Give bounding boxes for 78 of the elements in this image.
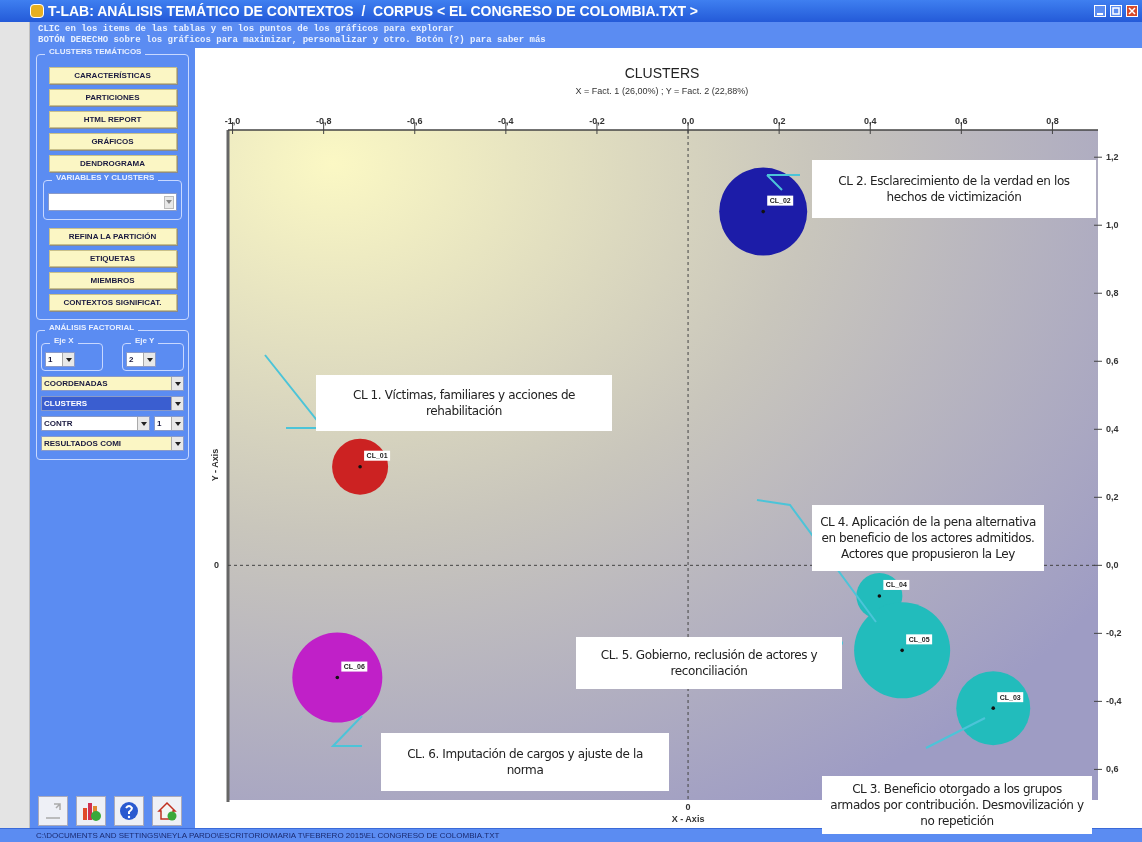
minimize-icon[interactable] [1094,5,1106,17]
dropdown-value: CONTR [43,419,74,428]
callout-text: CL. 6. Imputación de cargos y ajuste de la norma [381,733,669,791]
axis-tick-label: 0,8 [1046,116,1059,126]
axis-tick-label: 0,0 [681,116,695,126]
sidebar-button[interactable]: HTML REPORT [48,111,177,128]
dropdown[interactable]: RESULTADOS COMI [41,436,184,451]
axis-tick-label: -0,4 [498,116,514,126]
cluster-bubble[interactable] [719,167,808,256]
axis-tick-label: 0 [685,802,691,812]
dropdown-value: RESULTADOS COMI [43,439,123,448]
dropdown[interactable]: CONTR [41,416,150,431]
sidebar-button[interactable]: DENDROGRAMA [48,155,177,172]
callout-text: CL 2. Esclarecimiento de la verdad en los hechos de victimización [812,160,1096,218]
axis-title: Y - Axis [210,448,220,482]
sidebar-button[interactable]: GRÁFICOS [48,133,177,150]
close-icon[interactable] [1126,5,1138,17]
callout-text: CL 1. Víctimas, familiares y acciones de rehabilitación [316,375,612,431]
sidebar-button[interactable]: MIEMBROS [48,272,177,289]
group-title: ANÁLISIS FACTORIAL [45,324,139,332]
axis-tick-label: -0,2 [589,116,605,126]
dropdown[interactable]: 1 [154,416,184,431]
callout-text: CL 4. Aplicación de la pena alternativa en beneficio de los actores admitidos. Actores que propusieron la Ley [812,505,1044,571]
axis-tick-label: -0,6 [407,116,423,126]
info-text: BOTÓN DERECHO sobre los gráficos para maximizar, personalizar y otro. Botón (?) para saber más [38,35,547,46]
callout-text: CL. 5. Gobierno, reclusión de actores y reconciliación [576,637,842,689]
group-title: VARIABLES Y CLUSTERS [52,174,159,182]
axis-tick-label: 0,4 [864,116,877,126]
dropdown[interactable]: 1 [45,352,75,367]
dropdown[interactable]: COORDENADAS [41,376,184,391]
group-title: CLUSTERS TEMÁTICOS [45,48,146,56]
file-path: C:\DOCUMENTS AND SETTINGS\NEYLA PARDO\ESCRITORIO\MARIA T\FEBRERO 2015\EL CONGRESO DE COLOMBIA.TXT [36,831,500,840]
chart-icon[interactable] [76,796,106,826]
axis-tick-label: -0,8 [315,116,332,126]
info-text: CLIC en los items de las tablas y en los puntos de los gráficos para explorar [38,24,455,34]
export-icon[interactable] [38,796,68,826]
sidebar-button[interactable]: ETIQUETAS [48,250,177,267]
maximize-icon[interactable] [1110,5,1122,17]
chart-subtitle: X = Fact. 1 (26,00%) ; Y = Fact. 2 (22,88%) [575,86,749,96]
axis-tick-label: 0,8 [1106,288,1119,299]
sidebar-button[interactable]: PARTICIONES [48,89,177,106]
sidebar-button[interactable]: CONTEXTOS SIGNIFICAT. [48,294,177,311]
axis-tick-label: 0,6 [1106,356,1119,367]
axis-tick-label: 0,6 [1106,764,1119,775]
group-title: Eje Y [131,337,159,345]
axis-tick-label: 0 [214,560,219,571]
app-icon [30,4,44,18]
dropdown[interactable]: CLUSTERS [41,396,184,411]
axis-tick-label: 0,2 [772,116,786,126]
axis-tick-label: -1,0 [224,116,241,126]
sidebar-button[interactable]: REFINA LA PARTICIÓN [48,228,177,245]
axis-tick-label: 1,0 [1106,220,1119,231]
dropdown-value: 2 [128,355,135,364]
dropdown[interactable] [48,193,177,211]
home-icon[interactable] [152,796,182,826]
chart-title: CLUSTERS [624,65,700,81]
leader-line [330,715,363,747]
axis-tick-label: 0,0 [1106,560,1119,571]
dropdown-value: 1 [47,355,54,364]
sidebar-button[interactable]: CARACTERÍSTICAS [48,67,177,84]
window-title: T-LAB: ANÁLISIS TEMÁTICO DE CONTEXTOS / CORPUS < EL CONGRESO DE COLOMBIA.TXT > [48,4,699,18]
axis-tick-label: 1,2 [1106,152,1119,163]
axis-tick-label: 0,4 [1106,424,1119,435]
axis-tick-label: 0,6 [955,116,968,126]
axis-tick-label: -0,4 [1106,696,1122,707]
dropdown-value: 1 [156,419,163,428]
axis-tick-label: 0,2 [1106,492,1119,503]
dropdown[interactable]: 2 [126,352,156,367]
cluster-bubble[interactable] [332,438,389,495]
leader-line [766,174,801,191]
dropdown-value: CLUSTERS [42,397,171,410]
leader-line [925,717,986,749]
callout-text: CL 3. Beneficio otorgado a los grupos armados por contribución. Desmovilización y no repetición [822,776,1092,834]
axis-title: X - Axis [671,814,705,824]
group-title: Eje X [50,337,78,345]
axis-tick-label: -0,2 [1106,628,1122,639]
dropdown-value: COORDENADAS [43,379,109,388]
help-icon[interactable] [114,796,144,826]
